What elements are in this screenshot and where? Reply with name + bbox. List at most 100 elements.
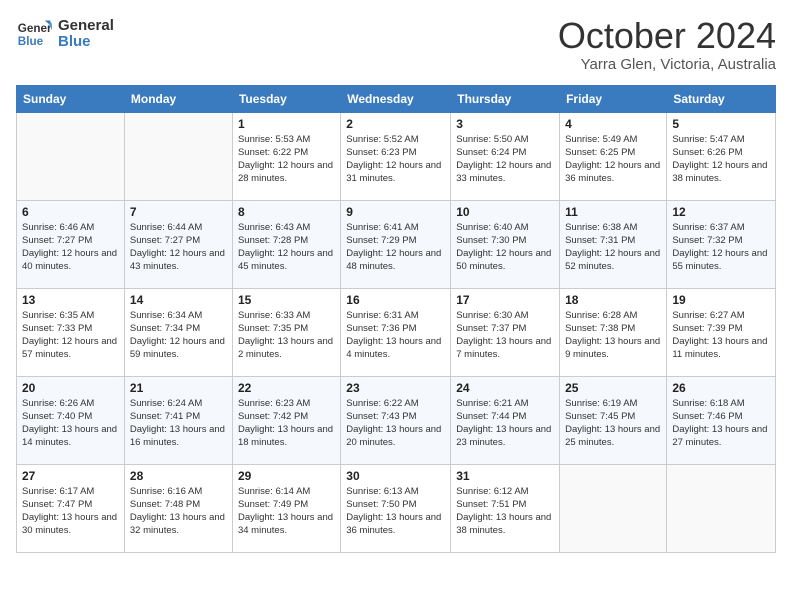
day-number: 23 bbox=[346, 381, 445, 395]
day-number: 25 bbox=[565, 381, 661, 395]
day-info: Sunrise: 6:46 AM Sunset: 7:27 PM Dayligh… bbox=[22, 221, 119, 274]
calendar-week-4: 20Sunrise: 6:26 AM Sunset: 7:40 PM Dayli… bbox=[17, 376, 776, 464]
calendar-cell: 20Sunrise: 6:26 AM Sunset: 7:40 PM Dayli… bbox=[17, 376, 125, 464]
calendar-cell: 12 Sunrise: 6:37 AM Sunset: 7:32 PM Dayli… bbox=[667, 200, 776, 288]
calendar-cell: 14 Sunrise: 6:34 AM Sunset: 7:34 PM Dayli… bbox=[124, 288, 232, 376]
day-info: Sunrise: 6:33 AM Sunset: 7:35 PM Dayligh… bbox=[238, 309, 335, 362]
calendar-cell: 26 Sunrise: 6:18 AM Sunset: 7:46 PM Dayli… bbox=[667, 376, 776, 464]
column-header-friday: Friday bbox=[560, 85, 667, 112]
day-number: 10 bbox=[456, 205, 554, 219]
calendar-cell bbox=[560, 464, 667, 552]
day-info: Sunrise: 5:52 AM Sunset: 6:23 PM Dayligh… bbox=[346, 133, 445, 186]
day-number: 30 bbox=[346, 469, 445, 483]
calendar-cell bbox=[667, 464, 776, 552]
day-number: 5 bbox=[672, 117, 770, 131]
logo: General Blue General Blue bbox=[16, 16, 114, 52]
calendar-cell: 27 Sunrise: 6:17 AM Sunset: 7:47 PM Dayli… bbox=[17, 464, 125, 552]
day-info: Sunrise: 5:50 AM Sunset: 6:24 PM Dayligh… bbox=[456, 133, 554, 186]
day-info: Sunrise: 6:21 AM Sunset: 7:44 PM Dayligh… bbox=[456, 397, 554, 450]
column-header-thursday: Thursday bbox=[451, 85, 560, 112]
day-info: Sunrise: 6:27 AM Sunset: 7:39 PM Dayligh… bbox=[672, 309, 770, 362]
calendar-week-3: 13Sunrise: 6:35 AM Sunset: 7:33 PM Dayli… bbox=[17, 288, 776, 376]
calendar-cell: 15 Sunrise: 6:33 AM Sunset: 7:35 PM Dayli… bbox=[232, 288, 340, 376]
day-info: Sunrise: 6:24 AM Sunset: 7:41 PM Dayligh… bbox=[130, 397, 227, 450]
day-number: 6 bbox=[22, 205, 119, 219]
day-info: Sunrise: 6:14 AM Sunset: 7:49 PM Dayligh… bbox=[238, 485, 335, 538]
day-info: Sunrise: 6:40 AM Sunset: 7:30 PM Dayligh… bbox=[456, 221, 554, 274]
calendar-cell: 6 Sunrise: 6:46 AM Sunset: 7:27 PM Daylig… bbox=[17, 200, 125, 288]
day-info: Sunrise: 5:47 AM Sunset: 6:26 PM Dayligh… bbox=[672, 133, 770, 186]
calendar-cell: 5 Sunrise: 5:47 AM Sunset: 6:26 PM Daylig… bbox=[667, 112, 776, 200]
day-info: Sunrise: 6:28 AM Sunset: 7:38 PM Dayligh… bbox=[565, 309, 661, 362]
calendar-cell bbox=[124, 112, 232, 200]
day-number: 17 bbox=[456, 293, 554, 307]
day-number: 14 bbox=[130, 293, 227, 307]
header-row: SundayMondayTuesdayWednesdayThursdayFrid… bbox=[17, 85, 776, 112]
day-info: Sunrise: 6:34 AM Sunset: 7:34 PM Dayligh… bbox=[130, 309, 227, 362]
column-header-wednesday: Wednesday bbox=[341, 85, 451, 112]
calendar-cell: 11 Sunrise: 6:38 AM Sunset: 7:31 PM Dayli… bbox=[560, 200, 667, 288]
day-info: Sunrise: 5:49 AM Sunset: 6:25 PM Dayligh… bbox=[565, 133, 661, 186]
logo-line2: Blue bbox=[58, 34, 114, 51]
calendar-cell: 22 Sunrise: 6:23 AM Sunset: 7:42 PM Dayli… bbox=[232, 376, 340, 464]
day-number: 7 bbox=[130, 205, 227, 219]
calendar-week-1: 1Sunrise: 5:53 AM Sunset: 6:22 PM Daylig… bbox=[17, 112, 776, 200]
day-info: Sunrise: 6:13 AM Sunset: 7:50 PM Dayligh… bbox=[346, 485, 445, 538]
calendar-cell: 24Sunrise: 6:21 AM Sunset: 7:44 PM Dayli… bbox=[451, 376, 560, 464]
day-number: 22 bbox=[238, 381, 335, 395]
day-info: Sunrise: 6:18 AM Sunset: 7:46 PM Dayligh… bbox=[672, 397, 770, 450]
column-header-monday: Monday bbox=[124, 85, 232, 112]
day-number: 28 bbox=[130, 469, 227, 483]
day-info: Sunrise: 6:38 AM Sunset: 7:31 PM Dayligh… bbox=[565, 221, 661, 274]
day-number: 1 bbox=[238, 117, 335, 131]
calendar-cell: 18Sunrise: 6:28 AM Sunset: 7:38 PM Dayli… bbox=[560, 288, 667, 376]
day-number: 29 bbox=[238, 469, 335, 483]
day-number: 16 bbox=[346, 293, 445, 307]
page-header: General Blue General Blue October 2024 Y… bbox=[16, 16, 776, 73]
day-number: 11 bbox=[565, 205, 661, 219]
calendar-cell: 25 Sunrise: 6:19 AM Sunset: 7:45 PM Dayli… bbox=[560, 376, 667, 464]
calendar-cell: 30 Sunrise: 6:13 AM Sunset: 7:50 PM Dayli… bbox=[341, 464, 451, 552]
day-number: 13 bbox=[22, 293, 119, 307]
day-info: Sunrise: 6:12 AM Sunset: 7:51 PM Dayligh… bbox=[456, 485, 554, 538]
day-info: Sunrise: 6:19 AM Sunset: 7:45 PM Dayligh… bbox=[565, 397, 661, 450]
calendar-cell: 13Sunrise: 6:35 AM Sunset: 7:33 PM Dayli… bbox=[17, 288, 125, 376]
calendar-week-5: 27 Sunrise: 6:17 AM Sunset: 7:47 PM Dayli… bbox=[17, 464, 776, 552]
day-number: 20 bbox=[22, 381, 119, 395]
month-title: October 2024 bbox=[558, 16, 776, 56]
day-number: 4 bbox=[565, 117, 661, 131]
calendar-table: SundayMondayTuesdayWednesdayThursdayFrid… bbox=[16, 85, 776, 553]
calendar-cell: 29 Sunrise: 6:14 AM Sunset: 7:49 PM Dayli… bbox=[232, 464, 340, 552]
calendar-cell: 17 Sunrise: 6:30 AM Sunset: 7:37 PM Dayli… bbox=[451, 288, 560, 376]
svg-text:Blue: Blue bbox=[18, 35, 44, 48]
calendar-cell: 4 Sunrise: 5:49 AM Sunset: 6:25 PM Daylig… bbox=[560, 112, 667, 200]
day-info: Sunrise: 6:17 AM Sunset: 7:47 PM Dayligh… bbox=[22, 485, 119, 538]
calendar-cell: 1Sunrise: 5:53 AM Sunset: 6:22 PM Daylig… bbox=[232, 112, 340, 200]
column-header-sunday: Sunday bbox=[17, 85, 125, 112]
location: Yarra Glen, Victoria, Australia bbox=[558, 56, 776, 73]
day-number: 21 bbox=[130, 381, 227, 395]
day-info: Sunrise: 6:30 AM Sunset: 7:37 PM Dayligh… bbox=[456, 309, 554, 362]
calendar-cell: 23 Sunrise: 6:22 AM Sunset: 7:43 PM Dayli… bbox=[341, 376, 451, 464]
day-info: Sunrise: 6:44 AM Sunset: 7:27 PM Dayligh… bbox=[130, 221, 227, 274]
calendar-cell: 10 Sunrise: 6:40 AM Sunset: 7:30 PM Dayli… bbox=[451, 200, 560, 288]
day-number: 31 bbox=[456, 469, 554, 483]
calendar-cell: 7 Sunrise: 6:44 AM Sunset: 7:27 PM Daylig… bbox=[124, 200, 232, 288]
day-number: 15 bbox=[238, 293, 335, 307]
day-info: Sunrise: 6:16 AM Sunset: 7:48 PM Dayligh… bbox=[130, 485, 227, 538]
day-info: Sunrise: 6:22 AM Sunset: 7:43 PM Dayligh… bbox=[346, 397, 445, 450]
calendar-cell: 16 Sunrise: 6:31 AM Sunset: 7:36 PM Dayli… bbox=[341, 288, 451, 376]
day-number: 27 bbox=[22, 469, 119, 483]
day-number: 26 bbox=[672, 381, 770, 395]
day-info: Sunrise: 6:23 AM Sunset: 7:42 PM Dayligh… bbox=[238, 397, 335, 450]
logo-icon: General Blue bbox=[16, 16, 52, 52]
day-number: 3 bbox=[456, 117, 554, 131]
calendar-cell: 19Sunrise: 6:27 AM Sunset: 7:39 PM Dayli… bbox=[667, 288, 776, 376]
calendar-cell: 8Sunrise: 6:43 AM Sunset: 7:28 PM Daylig… bbox=[232, 200, 340, 288]
day-info: Sunrise: 6:43 AM Sunset: 7:28 PM Dayligh… bbox=[238, 221, 335, 274]
day-info: Sunrise: 6:37 AM Sunset: 7:32 PM Dayligh… bbox=[672, 221, 770, 274]
calendar-week-2: 6 Sunrise: 6:46 AM Sunset: 7:27 PM Daylig… bbox=[17, 200, 776, 288]
day-number: 12 bbox=[672, 205, 770, 219]
calendar-cell: 3 Sunrise: 5:50 AM Sunset: 6:24 PM Daylig… bbox=[451, 112, 560, 200]
day-info: Sunrise: 6:31 AM Sunset: 7:36 PM Dayligh… bbox=[346, 309, 445, 362]
